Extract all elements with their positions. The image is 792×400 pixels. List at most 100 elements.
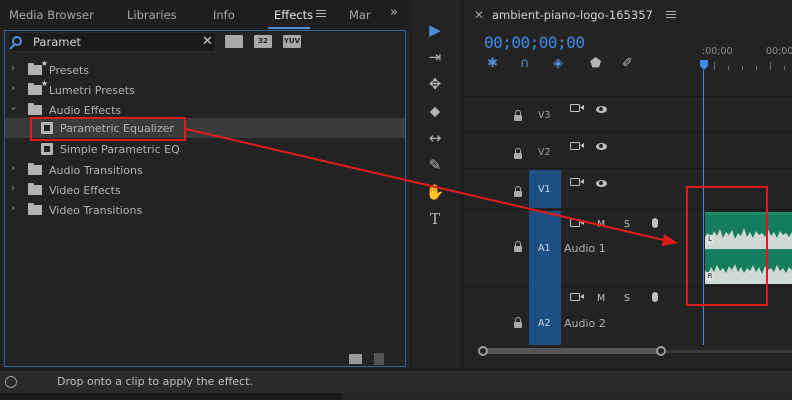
selection-tool-icon[interactable]: ▶ xyxy=(424,19,446,41)
timeline-horizontal-scrollbar[interactable] xyxy=(478,345,792,357)
tree-folder-audio-transitions[interactable]: › Audio Transitions xyxy=(5,160,405,180)
lock-icon[interactable] xyxy=(514,186,522,197)
tree-label: Presets xyxy=(49,64,90,77)
track-divider xyxy=(464,131,792,132)
eye-icon[interactable] xyxy=(596,106,607,113)
track-label-v3[interactable]: V3 xyxy=(538,110,551,121)
panel-menu-icon[interactable] xyxy=(316,10,326,19)
tree-folder-presets[interactable]: › ★ Presets xyxy=(5,59,405,80)
scroll-thumb[interactable] xyxy=(482,348,662,354)
microphone-icon[interactable] xyxy=(652,218,658,228)
track-divider xyxy=(464,168,792,169)
scroll-zoom-handle-right[interactable] xyxy=(656,346,666,356)
microphone-icon[interactable] xyxy=(652,292,658,302)
mute-button[interactable]: M xyxy=(597,293,605,304)
accelerated-effects-filter-button[interactable] xyxy=(225,35,243,48)
track-divider xyxy=(464,96,792,97)
tree-label: Simple Parametric EQ xyxy=(60,143,180,156)
sync-lock-camera-icon[interactable] xyxy=(570,178,580,186)
status-bar-lower-segment xyxy=(342,393,792,400)
audio-effect-icon xyxy=(41,143,53,155)
sync-lock-icon[interactable] xyxy=(570,293,580,301)
chevron-right-icon[interactable]: › xyxy=(11,83,15,94)
status-message: Drop onto a clip to apply the effect. xyxy=(57,375,253,388)
type-tool-icon[interactable]: T xyxy=(424,208,446,230)
folder-icon xyxy=(28,203,42,215)
track-label-v1[interactable]: V1 xyxy=(538,184,551,195)
track-select-tool-icon[interactable]: ⇥ xyxy=(424,46,446,68)
ruler-tick xyxy=(728,66,729,70)
solo-button[interactable]: S xyxy=(624,293,630,304)
hand-tool-icon[interactable]: ✋ xyxy=(424,181,446,203)
timeline-settings-wrench-icon[interactable]: ✐ xyxy=(622,56,633,71)
effects-search-box[interactable]: ✕ xyxy=(8,32,216,52)
chevron-right-icon[interactable]: › xyxy=(11,63,15,74)
search-icon xyxy=(12,36,22,46)
lock-icon[interactable] xyxy=(514,241,522,252)
track-name-audio-1[interactable]: Audio 1 xyxy=(564,242,606,255)
sequence-menu-icon[interactable] xyxy=(666,11,676,20)
sync-lock-camera-icon[interactable] xyxy=(570,104,580,112)
tab-info[interactable]: Info xyxy=(213,8,235,22)
annotation-highlight-clip xyxy=(686,186,768,306)
status-bar-lower-strip xyxy=(0,393,792,400)
trash-icon[interactable] xyxy=(374,353,384,365)
add-marker-icon[interactable]: ⬟ xyxy=(590,56,601,71)
folder-icon xyxy=(28,163,42,175)
tab-libraries[interactable]: Libraries xyxy=(127,8,177,22)
chevron-right-icon[interactable]: › xyxy=(11,183,15,194)
snap-magnet-icon[interactable]: ∩ xyxy=(520,56,530,71)
tab-effects[interactable]: Effects xyxy=(274,8,313,22)
clear-search-icon[interactable]: ✕ xyxy=(202,34,213,49)
tree-folder-video-transitions[interactable]: › Video Transitions xyxy=(5,200,405,220)
yuv-filter-button[interactable]: YUV xyxy=(283,35,301,48)
razor-tool-icon[interactable]: ⬥ xyxy=(424,100,446,122)
sync-lock-icon[interactable] xyxy=(570,219,580,227)
annotation-highlight-effect xyxy=(30,117,186,141)
panel-tab-bar: Media Browser Libraries Info Effects Mar… xyxy=(0,0,410,30)
track-label-v2[interactable]: V2 xyxy=(538,147,551,158)
tab-markers[interactable]: Mar xyxy=(349,8,371,22)
eye-icon[interactable] xyxy=(596,143,607,150)
ruler-tick xyxy=(714,62,715,70)
lock-icon[interactable] xyxy=(514,148,522,159)
tree-folder-video-effects[interactable]: › Video Effects xyxy=(5,180,405,200)
track-name-audio-2[interactable]: Audio 2 xyxy=(564,317,606,330)
close-sequence-icon[interactable]: ✕ xyxy=(474,8,484,22)
ruler-tick xyxy=(770,62,771,70)
track-label-a1[interactable]: A1 xyxy=(538,243,551,254)
slip-tool-icon[interactable]: ↔ xyxy=(424,127,446,149)
chevron-right-icon[interactable]: › xyxy=(11,163,15,174)
mute-button[interactable]: M xyxy=(597,219,605,230)
32-bit-filter-button[interactable]: 32 xyxy=(254,35,272,48)
chevron-right-icon[interactable]: › xyxy=(11,203,15,214)
tools-panel: ▶ ⇥ ✥ ⬥ ↔ ✎ ✋ T xyxy=(412,0,460,368)
preset-folder-icon: ★ xyxy=(28,79,48,95)
track-label-a2[interactable]: A2 xyxy=(538,318,551,329)
ruler-tick xyxy=(742,66,743,70)
lock-icon[interactable] xyxy=(514,317,522,328)
time-ruler[interactable]: :00;00 00;00 xyxy=(700,40,792,72)
eye-icon[interactable] xyxy=(596,180,607,187)
tree-label: Video Effects xyxy=(49,184,121,197)
effects-search-input[interactable] xyxy=(33,34,193,50)
sync-lock-camera-icon[interactable] xyxy=(570,142,580,150)
insert-sequence-nest-icon[interactable]: ✱ xyxy=(487,56,498,71)
pen-tool-icon[interactable]: ✎ xyxy=(424,154,446,176)
tree-item-simple-parametric-eq[interactable]: Simple Parametric EQ xyxy=(5,139,405,159)
tree-folder-lumetri-presets[interactable]: › ★ Lumetri Presets xyxy=(5,79,405,100)
tree-label: Video Transitions xyxy=(49,204,143,217)
tab-overflow-icon[interactable]: » xyxy=(390,5,398,20)
ruler-label: 00;00 xyxy=(766,46,792,57)
new-bin-icon[interactable] xyxy=(349,354,362,364)
solo-button[interactable]: S xyxy=(624,219,630,230)
lock-icon[interactable] xyxy=(514,110,522,121)
ripple-edit-tool-icon[interactable]: ✥ xyxy=(424,73,446,95)
tree-label: Lumetri Presets xyxy=(49,84,135,97)
linked-selection-icon[interactable]: ◈ xyxy=(553,56,563,71)
scroll-zoom-handle-left[interactable] xyxy=(478,346,488,356)
tab-media-browser[interactable]: Media Browser xyxy=(9,8,94,22)
playhead-timecode[interactable]: 00;00;00;00 xyxy=(484,33,585,52)
sequence-tab-title[interactable]: ambient-piano-logo-165357 xyxy=(492,8,653,22)
chevron-down-icon[interactable]: › xyxy=(8,107,19,111)
